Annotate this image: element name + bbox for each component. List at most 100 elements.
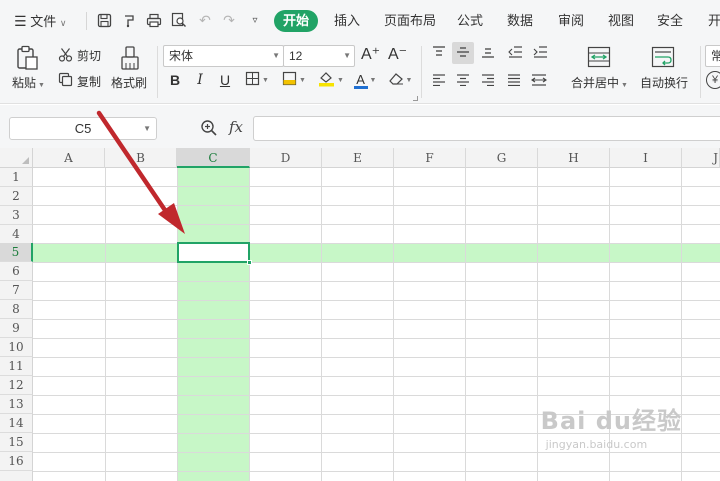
row-header-3[interactable]: 3 bbox=[0, 206, 33, 225]
currency-icon[interactable]: ¥ bbox=[706, 71, 720, 89]
align-left-icon[interactable] bbox=[431, 72, 447, 88]
tab-security[interactable]: 安全 bbox=[657, 11, 683, 31]
align-right-icon[interactable] bbox=[480, 72, 496, 88]
file-menu[interactable]: ☰ 文件 ∨ bbox=[14, 11, 66, 31]
tab-data[interactable]: 数据 bbox=[507, 11, 533, 31]
decrease-font-button[interactable]: A⁻ bbox=[388, 44, 407, 64]
paste-icon[interactable] bbox=[13, 44, 41, 72]
caret-down-icon: ▼ bbox=[337, 76, 344, 84]
bold-button[interactable]: B bbox=[166, 70, 184, 90]
row-header-5[interactable]: 5 bbox=[0, 243, 33, 262]
tab-home[interactable]: 开始 bbox=[274, 10, 318, 32]
row-header-15[interactable]: 15 bbox=[0, 433, 33, 452]
row-header-12[interactable]: 12 bbox=[0, 376, 33, 395]
font-size-select[interactable]: 12 ▼ bbox=[283, 45, 355, 67]
align-top-icon[interactable] bbox=[431, 44, 447, 60]
zoom-search-icon[interactable] bbox=[200, 119, 218, 137]
row-header-8[interactable]: 8 bbox=[0, 300, 33, 319]
column-header-j[interactable]: J bbox=[682, 148, 720, 168]
increase-font-button[interactable]: A⁺ bbox=[361, 44, 380, 64]
undo-icon[interactable]: ↶ bbox=[196, 11, 214, 29]
grid-line bbox=[537, 168, 538, 481]
cut-button[interactable]: 剪切 bbox=[77, 47, 101, 64]
row-header-9[interactable]: 9 bbox=[0, 319, 33, 338]
wrap-text-icon[interactable] bbox=[650, 45, 676, 69]
paste-button[interactable]: 粘贴 ▼ bbox=[12, 74, 45, 91]
more-dropdown-icon[interactable]: ▿ bbox=[246, 11, 264, 29]
formula-input[interactable] bbox=[253, 116, 720, 141]
tab-formulas[interactable]: 公式 bbox=[457, 11, 483, 31]
tab-view[interactable]: 视图 bbox=[608, 11, 634, 31]
column-header-h[interactable]: H bbox=[538, 148, 610, 168]
italic-button[interactable]: I bbox=[191, 70, 209, 90]
spreadsheet-grid[interactable]: A B C D E F G H I J 1 2 3 4 5 6 7 8 9 10… bbox=[0, 148, 720, 481]
column-header-f[interactable]: F bbox=[394, 148, 466, 168]
copy-icon bbox=[57, 71, 73, 87]
font-name-select[interactable]: 宋体 ▼ bbox=[163, 45, 284, 67]
increase-indent-icon[interactable] bbox=[532, 44, 548, 60]
fill-color-button[interactable]: ▼ bbox=[315, 70, 347, 90]
cell-style-button[interactable]: ▼ bbox=[279, 70, 309, 90]
column-header-g[interactable]: G bbox=[466, 148, 538, 168]
row-header-13[interactable]: 13 bbox=[0, 395, 33, 414]
tab-developer[interactable]: 开 bbox=[708, 11, 720, 31]
row-header-1[interactable]: 1 bbox=[0, 168, 33, 187]
font-color-button[interactable]: A ▼ bbox=[351, 70, 379, 90]
insert-function-button[interactable]: fx bbox=[229, 118, 243, 136]
clear-format-button[interactable]: ▼ bbox=[386, 70, 414, 90]
file-menu-label: 文件 bbox=[30, 14, 57, 29]
row-header-7[interactable]: 7 bbox=[0, 281, 33, 300]
merge-center-button[interactable]: 合并居中 ▼ bbox=[571, 74, 628, 91]
column-header-d[interactable]: D bbox=[250, 148, 322, 168]
grid-line bbox=[321, 168, 322, 481]
borders-button[interactable]: ▼ bbox=[242, 70, 272, 90]
column-header-b[interactable]: B bbox=[105, 148, 177, 168]
format-painter-button[interactable]: 格式刷 bbox=[111, 74, 147, 91]
caret-down-icon: ▼ bbox=[621, 82, 628, 89]
row-header-10[interactable]: 10 bbox=[0, 338, 33, 357]
paint-format-icon[interactable] bbox=[120, 11, 138, 29]
column-header-e[interactable]: E bbox=[322, 148, 394, 168]
decrease-indent-icon[interactable] bbox=[507, 44, 523, 60]
row-header-2[interactable]: 2 bbox=[0, 187, 33, 206]
align-center-icon[interactable] bbox=[455, 72, 471, 88]
column-header-a[interactable]: A bbox=[33, 148, 105, 168]
row-header-14[interactable]: 14 bbox=[0, 414, 33, 433]
print-icon[interactable] bbox=[145, 11, 163, 29]
underline-button[interactable]: U bbox=[216, 70, 234, 90]
align-middle-icon[interactable] bbox=[455, 44, 471, 60]
fill-handle[interactable] bbox=[247, 260, 252, 265]
grid-line bbox=[105, 168, 106, 481]
column-header-c[interactable]: C bbox=[177, 148, 250, 168]
tab-insert[interactable]: 插入 bbox=[334, 11, 360, 31]
print-preview-icon[interactable] bbox=[170, 11, 188, 29]
justify-icon[interactable] bbox=[506, 72, 522, 88]
paste-label: 粘贴 bbox=[12, 76, 37, 90]
row-header-17[interactable] bbox=[0, 471, 33, 481]
active-cell-c5[interactable] bbox=[177, 242, 252, 265]
tab-page-layout[interactable]: 页面布局 bbox=[384, 11, 436, 31]
select-all-corner[interactable] bbox=[0, 148, 33, 168]
name-box[interactable]: C5 ▼ bbox=[9, 117, 157, 140]
row-header-4[interactable]: 4 bbox=[0, 225, 33, 244]
column-header-i[interactable]: I bbox=[610, 148, 682, 168]
grid-line bbox=[33, 357, 720, 358]
font-dialog-launcher-icon[interactable] bbox=[413, 96, 418, 101]
row-header-6[interactable]: 6 bbox=[0, 262, 33, 281]
number-format-select[interactable]: 常 bbox=[705, 45, 720, 67]
copy-button[interactable]: 复制 bbox=[77, 73, 101, 90]
save-icon[interactable] bbox=[95, 11, 113, 29]
row-header-16[interactable]: 16 bbox=[0, 452, 33, 471]
row-header-11[interactable]: 11 bbox=[0, 357, 33, 376]
grid-line bbox=[33, 319, 720, 320]
wrap-text-button[interactable]: 自动换行 bbox=[640, 74, 688, 91]
merge-cells-icon[interactable] bbox=[586, 45, 612, 69]
tab-review[interactable]: 审阅 bbox=[558, 11, 584, 31]
grid-line bbox=[33, 281, 720, 282]
ribbon-toolbar: 粘贴 ▼ 剪切 复制 格式刷 宋体 ▼ 12 ▼ A⁺ A⁻ B I U ▼ ▼ … bbox=[0, 40, 720, 104]
align-bottom-icon[interactable] bbox=[480, 44, 496, 60]
distributed-align-icon[interactable] bbox=[530, 72, 548, 88]
grid-line bbox=[33, 262, 720, 263]
format-painter-icon[interactable] bbox=[117, 44, 143, 72]
redo-icon[interactable]: ↷ bbox=[220, 11, 238, 29]
